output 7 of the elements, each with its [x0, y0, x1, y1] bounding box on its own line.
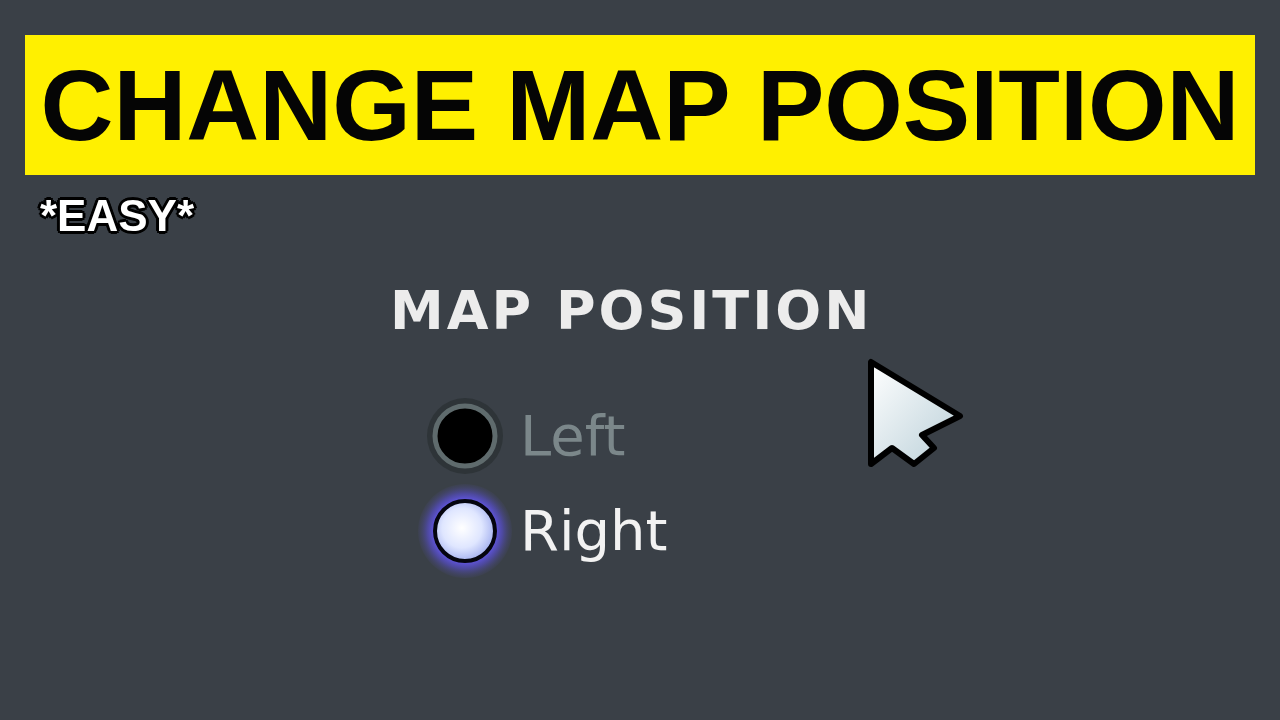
difficulty-label: *EASY* [40, 194, 195, 238]
cursor-arrow-icon [866, 358, 966, 470]
radio-button[interactable] [417, 482, 513, 579]
option-label: Left [520, 407, 626, 464]
section-heading: MAP POSITION [390, 284, 873, 338]
banner-title: CHANGE MAP POSITION [40, 54, 1240, 156]
radio-button[interactable] [426, 396, 504, 475]
